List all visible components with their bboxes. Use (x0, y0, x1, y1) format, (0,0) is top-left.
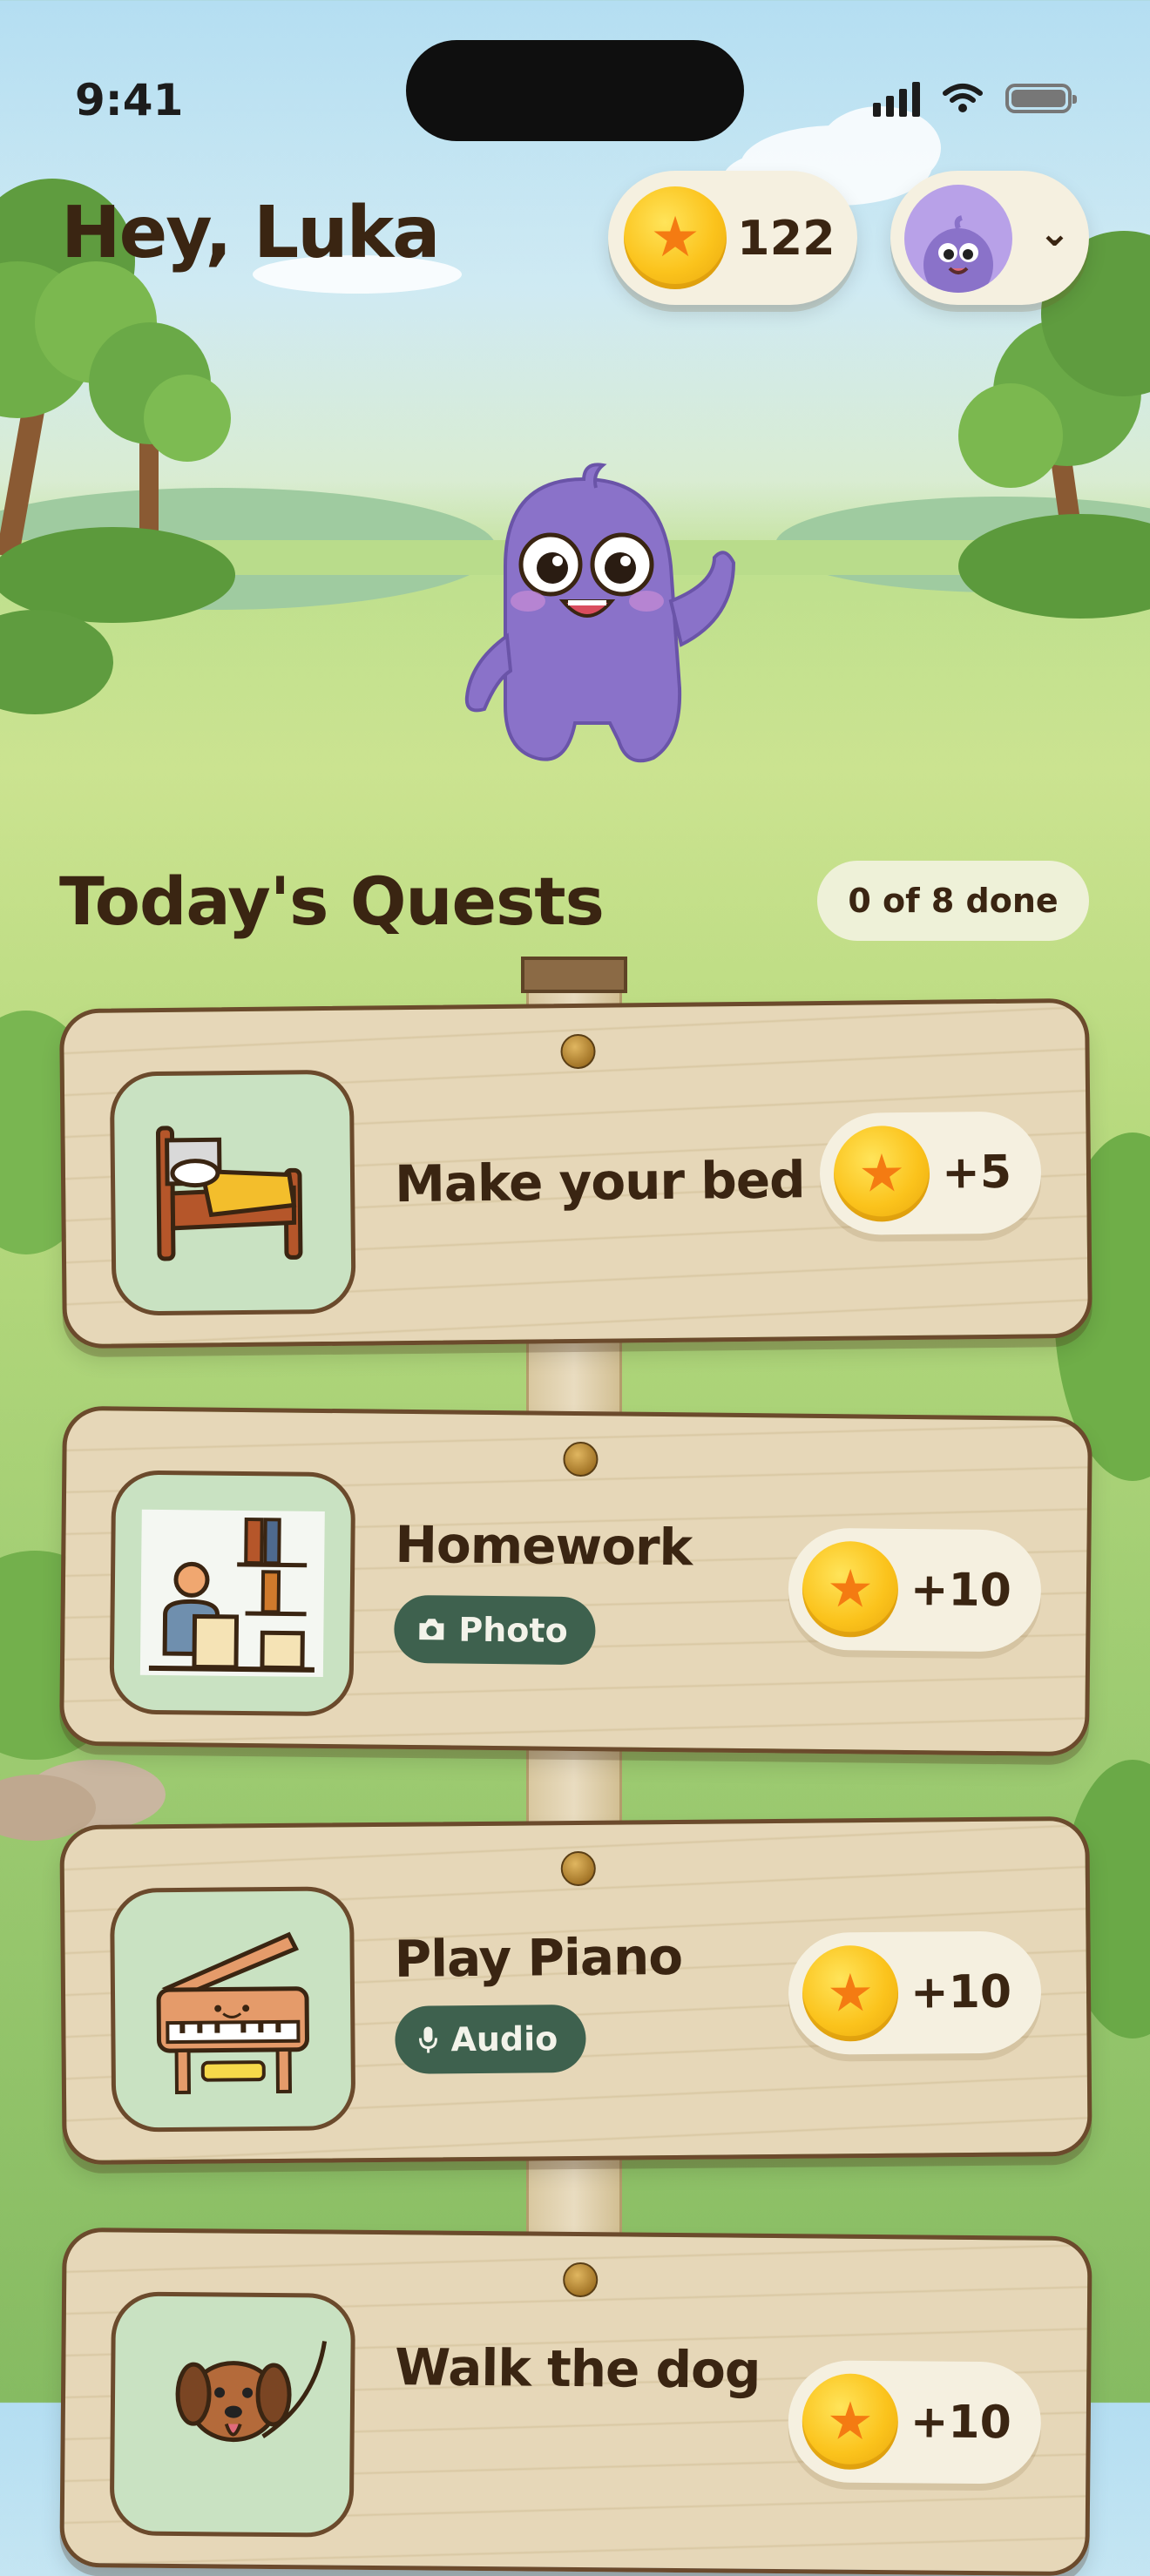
quest-card-make-bed[interactable]: Make your bed ★ +5 (59, 998, 1092, 1349)
star-coin-icon: ★ (802, 2373, 898, 2470)
wifi-icon (943, 83, 983, 114)
star-coin-icon: ★ (834, 1126, 930, 1222)
quest-reward-badge: ★ +10 (788, 1930, 1041, 2055)
dynamic-island (406, 40, 744, 141)
tag-label: Audio (450, 2019, 558, 2059)
quests-section-title: Today's Quests (59, 862, 604, 940)
quest-reward-amount: +5 (942, 1146, 1011, 1200)
tag-label: Photo (458, 1611, 568, 1650)
battery-icon (1005, 84, 1072, 113)
status-time: 9:41 (75, 75, 183, 125)
star-coin-icon: ★ (802, 1945, 899, 2042)
profile-switcher-button[interactable]: ⌄ (890, 171, 1089, 305)
quest-reward-badge: ★ +10 (788, 2360, 1041, 2485)
quest-card-homework[interactable]: Homework Photo ★ +10 (59, 1406, 1092, 1756)
star-coin-icon: ★ (624, 186, 727, 289)
dog-icon (110, 2291, 355, 2537)
status-icons (873, 80, 1072, 117)
nail-icon (563, 2262, 598, 2297)
quest-title: Make your bed (395, 1150, 805, 1214)
quest-reward-amount: +10 (910, 1966, 1011, 2019)
homework-icon (109, 1470, 355, 1716)
quest-card-play-piano[interactable]: Play Piano Audio ★ +10 (59, 1816, 1092, 2165)
quest-reward-badge: ★ +5 (820, 1111, 1042, 1235)
quest-title: Walk the dog (395, 2337, 761, 2400)
coin-count: 122 (737, 211, 835, 266)
nail-icon (560, 1034, 595, 1069)
quest-reward-amount: +10 (910, 2396, 1011, 2449)
nail-icon (561, 1851, 596, 1886)
quests-progress-badge: 0 of 8 done (817, 861, 1089, 941)
quest-card-walk-dog[interactable]: Walk the dog ★ +10 (59, 2228, 1092, 2576)
greeting-title: Hey, Luka (61, 192, 439, 274)
monster-avatar-icon (904, 185, 1012, 293)
microphone-icon (417, 2025, 438, 2054)
audio-proof-tag[interactable]: Audio (395, 2005, 585, 2074)
nail-icon (563, 1442, 598, 1477)
coin-balance[interactable]: ★ 122 (608, 171, 857, 305)
photo-proof-tag[interactable]: Photo (394, 1595, 596, 1665)
bed-icon (110, 1070, 356, 1316)
quest-reward-amount: +10 (910, 1564, 1012, 1617)
chevron-down-icon: ⌄ (1038, 211, 1071, 255)
piano-icon (110, 1886, 355, 2132)
quest-title: Homework (395, 1515, 692, 1578)
star-coin-icon: ★ (802, 1541, 898, 1638)
signpost-cap (521, 957, 627, 993)
quest-title: Play Piano (394, 1927, 682, 1989)
camera-icon (416, 1617, 446, 1641)
cellular-signal-icon (873, 80, 920, 117)
quest-reward-badge: ★ +10 (788, 1528, 1041, 1653)
mascot-character (453, 462, 741, 779)
